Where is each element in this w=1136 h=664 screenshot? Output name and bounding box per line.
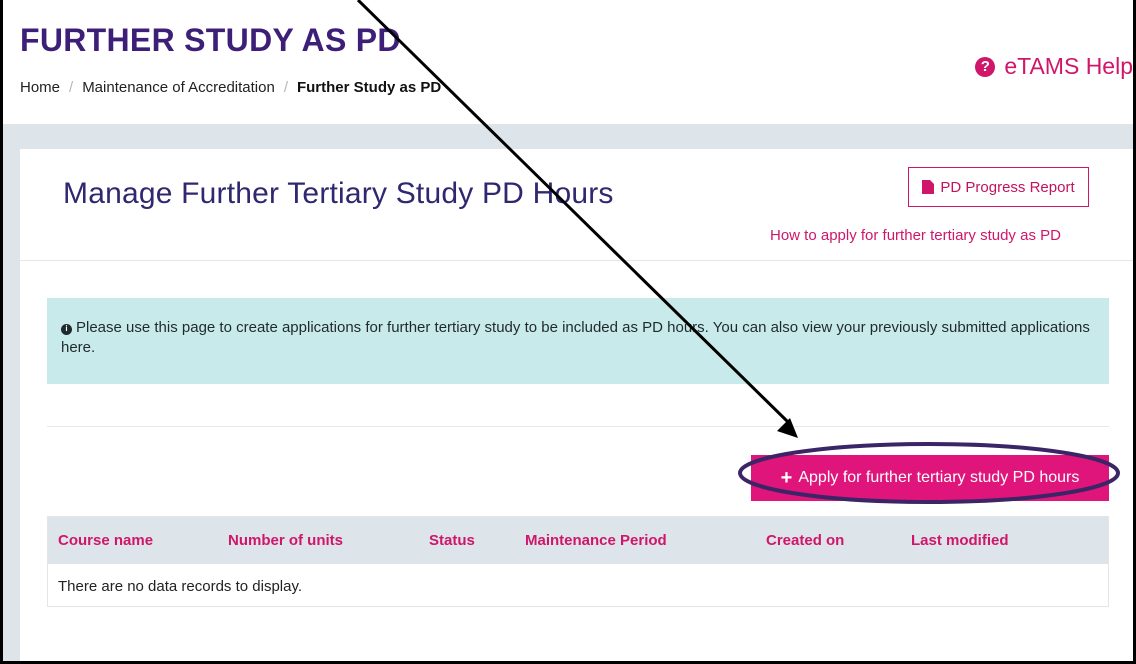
page-title: FURTHER STUDY AS PD — [20, 22, 401, 58]
applications-table: Course name Number of units Status Maint… — [47, 516, 1109, 607]
how-to-apply-link[interactable]: How to apply for further tertiary study … — [770, 227, 1061, 244]
info-alert: i Please use this page to create applicat… — [47, 298, 1109, 384]
help-link[interactable]: ? eTAMS Help — [975, 53, 1133, 80]
breadcrumb-separator: / — [69, 79, 74, 96]
info-circle-icon: i — [61, 323, 72, 335]
help-link-label: eTAMS Help — [1004, 53, 1133, 79]
breadcrumb-separator: / — [283, 79, 288, 96]
section-divider — [47, 426, 1109, 427]
main-card: Manage Further Tertiary Study PD Hours P… — [20, 149, 1133, 661]
breadcrumb-maintenance[interactable]: Maintenance of Accreditation — [82, 79, 275, 96]
plus-icon: + — [780, 467, 793, 489]
header: FURTHER STUDY AS PD Home / Maintenance of … — [3, 0, 1133, 124]
apply-button-label: Apply for further tertiary study PD hour… — [798, 469, 1080, 486]
breadcrumb-home[interactable]: Home — [20, 79, 60, 96]
question-circle-icon: ? — [975, 56, 996, 77]
column-status[interactable]: Status — [429, 532, 475, 549]
column-created-on[interactable]: Created on — [766, 532, 844, 549]
column-number-of-units[interactable]: Number of units — [228, 532, 343, 549]
info-text: Please use this page to create applicati… — [61, 319, 1090, 356]
pdf-file-icon — [922, 180, 935, 194]
apply-button[interactable]: + Apply for further tertiary study PD ho… — [751, 455, 1109, 501]
card-title: Manage Further Tertiary Study PD Hours — [63, 177, 614, 210]
table-empty-row: There are no data records to display. — [48, 564, 1108, 608]
card-header: Manage Further Tertiary Study PD Hours P… — [20, 149, 1133, 261]
column-course-name[interactable]: Course name — [58, 532, 153, 549]
column-maintenance-period[interactable]: Maintenance Period — [525, 532, 667, 549]
empty-message: There are no data records to display. — [58, 577, 303, 595]
pd-progress-report-label: PD Progress Report — [940, 178, 1075, 196]
table-header: Course name Number of units Status Maint… — [48, 517, 1108, 564]
breadcrumb-current: Further Study as PD — [296, 79, 442, 96]
column-last-modified[interactable]: Last modified — [911, 532, 1009, 549]
breadcrumb: Home / Maintenance of Accreditation / Furthe… — [20, 79, 441, 96]
app-window: FURTHER STUDY AS PD Home / Maintenance of … — [0, 0, 1136, 664]
pd-progress-report-button[interactable]: PD Progress Report — [908, 167, 1089, 207]
